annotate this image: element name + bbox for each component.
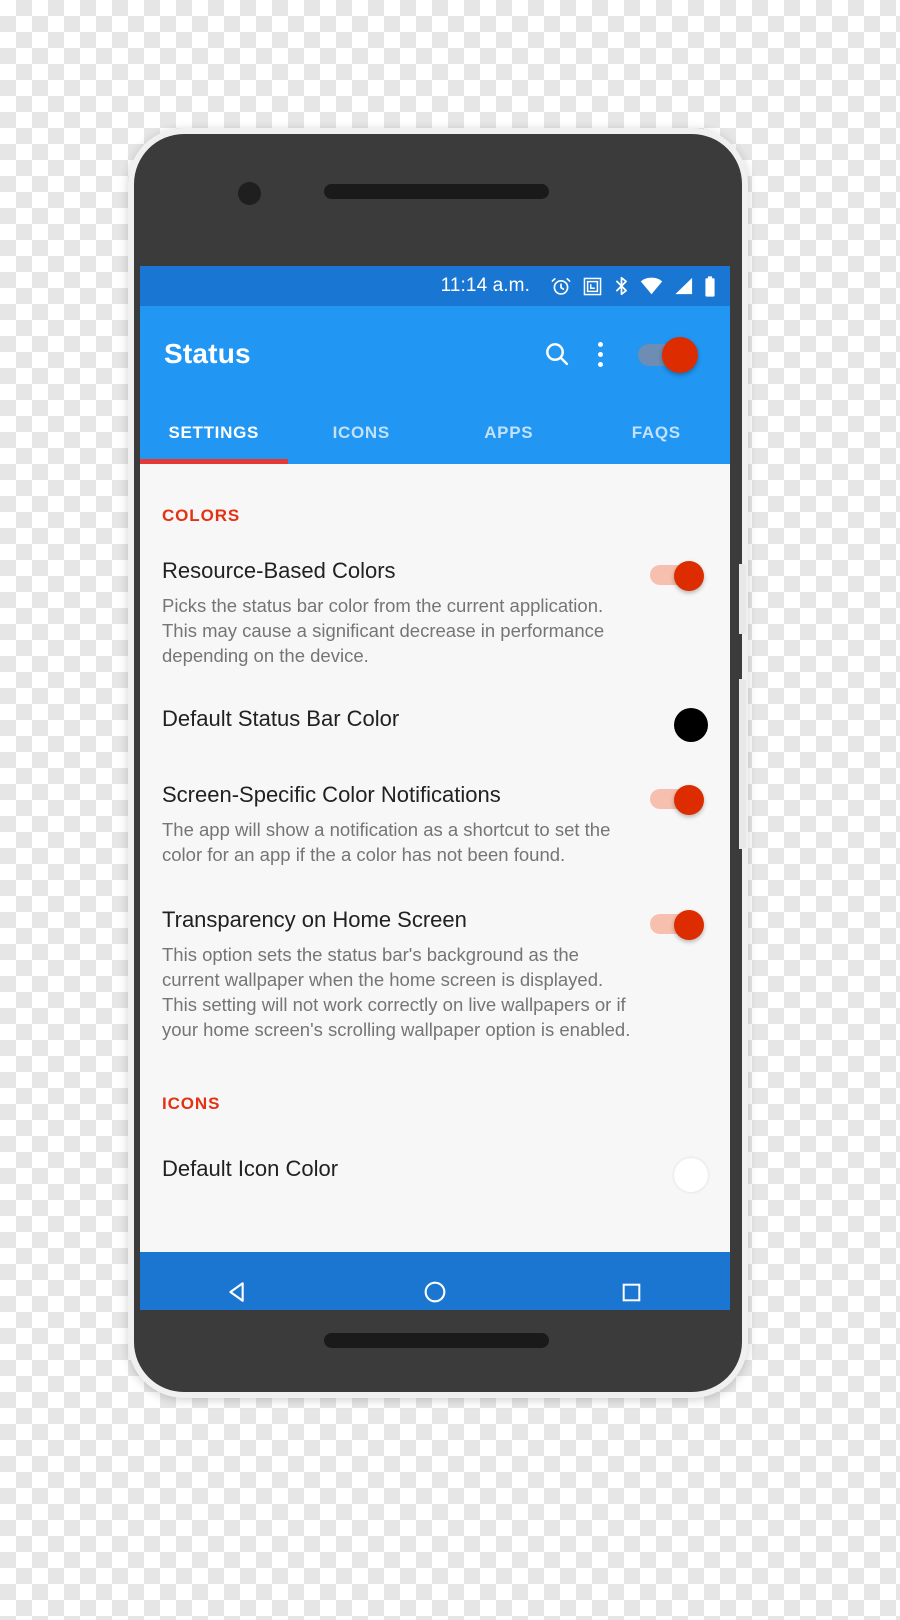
pref-title: Default Status Bar Color (162, 706, 400, 731)
pref-default-icon-color[interactable]: Default Icon Color (162, 1122, 708, 1192)
recents-button[interactable] (533, 1252, 730, 1310)
back-button[interactable] (140, 1252, 337, 1310)
search-icon (546, 343, 569, 366)
pref-summary: Picks the status bar color from the curr… (162, 595, 605, 666)
tab-icons[interactable]: ICONS (288, 402, 436, 464)
default-icon-color-swatch[interactable] (674, 1158, 708, 1192)
section-header-colors: COLORS (162, 506, 241, 525)
pref-control (646, 556, 708, 591)
alarm-icon (551, 278, 571, 295)
bottom-speaker (324, 1333, 549, 1348)
switch-thumb (674, 561, 704, 591)
earpiece-speaker (324, 184, 549, 199)
settings-list[interactable]: COLORS Resource-Based Colors Picks the s… (140, 464, 730, 1252)
pref-title: Default Icon Color (162, 1156, 339, 1181)
volume-button[interactable] (739, 679, 746, 849)
system-navigation-bar (140, 1252, 730, 1310)
pref-title: Resource-Based Colors (162, 558, 396, 583)
more-vert-icon (597, 361, 603, 367)
tab-settings[interactable]: SETTINGS (140, 402, 288, 464)
switch-thumb (662, 337, 698, 373)
system-status-bar: 11:14 a.m. (140, 266, 730, 306)
switch-thumb (674, 910, 704, 940)
power-button[interactable] (739, 564, 746, 634)
more-vert-icon (597, 351, 603, 357)
tab-apps[interactable]: APPS (435, 402, 583, 464)
front-camera-icon (238, 182, 261, 205)
pref-text: Default Icon Color (162, 1154, 646, 1184)
tab-faqs[interactable]: FAQS (583, 402, 731, 464)
pref-title: Transparency on Home Screen (162, 907, 467, 932)
section-header-icons: ICONS (162, 1094, 221, 1113)
pref-resource-based-colors[interactable]: Resource-Based Colors Picks the status b… (162, 534, 708, 668)
phone-frame: 11:14 a.m. Status SETTINGS ICONS APPS FA… (128, 128, 748, 1398)
tab-bar: SETTINGS ICONS APPS FAQS (140, 402, 730, 464)
pref-text: Screen-Specific Color Notifications The … (162, 780, 646, 867)
home-circle-icon (424, 1281, 446, 1303)
search-button[interactable] (534, 331, 580, 377)
more-vert-icon (597, 341, 603, 347)
switch-thumb (674, 785, 704, 815)
master-enable-switch[interactable] (634, 331, 708, 377)
signal-icon (675, 277, 693, 295)
pref-text: Resource-Based Colors Picks the status b… (162, 556, 646, 668)
pref-title: Screen-Specific Color Notifications (162, 782, 501, 807)
screen-specific-color-notifications-switch[interactable] (650, 784, 708, 815)
phone-screen: 11:14 a.m. Status SETTINGS ICONS APPS FA… (140, 266, 730, 1310)
app-title: Status (164, 338, 251, 369)
resource-based-colors-switch[interactable] (650, 560, 708, 591)
pref-summary: This option sets the status bar's backgr… (162, 944, 631, 1040)
back-triangle-icon (229, 1282, 245, 1302)
battery-icon (705, 275, 715, 297)
pref-control (646, 905, 708, 940)
nfc-icon (583, 277, 602, 295)
home-button[interactable] (337, 1252, 534, 1310)
pref-text: Default Status Bar Color (162, 704, 646, 734)
pref-transparency-on-home-screen[interactable]: Transparency on Home Screen This option … (162, 867, 708, 1042)
app-bar: Status (140, 306, 730, 402)
transparency-on-home-screen-switch[interactable] (650, 909, 708, 940)
default-status-bar-color-swatch[interactable] (674, 708, 708, 742)
pref-control (646, 780, 708, 815)
pref-control (646, 704, 708, 742)
phone-body: 11:14 a.m. Status SETTINGS ICONS APPS FA… (134, 134, 746, 1392)
pref-default-status-bar-color[interactable]: Default Status Bar Color (162, 668, 708, 742)
pref-screen-specific-color-notifications[interactable]: Screen-Specific Color Notifications The … (162, 742, 708, 867)
pref-text: Transparency on Home Screen This option … (162, 905, 646, 1042)
overflow-menu-button[interactable] (580, 331, 620, 377)
recents-square-icon (622, 1283, 641, 1301)
pref-summary: The app will show a notification as a sh… (162, 819, 611, 865)
wifi-icon (640, 277, 663, 295)
status-bar-clock: 11:14 a.m. (440, 275, 530, 296)
bluetooth-icon (616, 276, 627, 296)
pref-control (646, 1154, 708, 1192)
